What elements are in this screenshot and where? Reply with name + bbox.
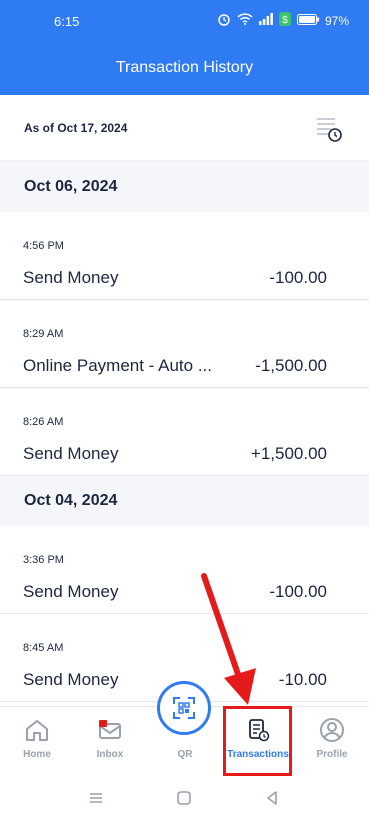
transaction-amount: -1,500.00 — [255, 356, 327, 375]
page-title: Transaction History — [115, 59, 254, 76]
profile-icon — [320, 718, 344, 742]
status-time: 6:15 — [54, 14, 80, 29]
transaction-time: 4:56 PM — [23, 240, 64, 252]
transaction-row[interactable]: 8:26 AM Send Money +1,500.00 — [0, 388, 369, 476]
home-square-icon[interactable] — [176, 790, 192, 806]
transaction-time: 8:29 AM — [23, 328, 64, 340]
date-header: Oct 04, 2024 — [0, 476, 369, 526]
transaction-name: Send Money — [23, 582, 119, 601]
app-badge-icon: $ — [278, 12, 291, 29]
signal-icon — [258, 13, 273, 28]
home-icon — [26, 720, 48, 741]
status-bar: 6:15 $ 97% — [0, 0, 369, 40]
back-icon[interactable] — [264, 790, 280, 806]
transaction-amount: +1,500.00 — [250, 444, 327, 463]
inbox-icon — [99, 720, 121, 739]
menu-icon[interactable] — [88, 790, 104, 806]
transaction-name: Send Money — [23, 670, 119, 689]
nav-home[interactable]: Home — [2, 707, 72, 777]
status-icons: $ 97% — [217, 12, 349, 29]
svg-text:$: $ — [282, 15, 288, 26]
nav-inbox-label: Inbox — [96, 749, 124, 760]
system-nav-bar — [0, 776, 369, 820]
transaction-row[interactable]: 8:29 AM Online Payment - Auto ... -1,500… — [0, 300, 369, 388]
history-filter-button[interactable] — [315, 115, 343, 143]
transaction-list[interactable]: Oct 06, 2024 4:56 PM Send Money -100.00 … — [0, 162, 369, 706]
app-header: Transaction History — [0, 40, 369, 95]
nav-inbox[interactable]: Inbox — [75, 707, 145, 777]
transactions-highlight-box — [223, 706, 292, 776]
transaction-name: Online Payment - Auto ... — [23, 356, 212, 375]
nav-profile-label: Profile — [316, 749, 348, 760]
transaction-name: Send Money — [23, 268, 119, 287]
alarm-icon — [217, 12, 231, 29]
nav-profile[interactable]: Profile — [297, 707, 367, 777]
transaction-name: Send Money — [23, 444, 119, 463]
as-of-bar: As of Oct 17, 2024 — [0, 95, 369, 160]
transaction-time: 3:36 PM — [23, 554, 64, 566]
wifi-icon — [237, 13, 253, 28]
transaction-amount: -100.00 — [269, 582, 327, 601]
date-header: Oct 06, 2024 — [0, 162, 369, 212]
annotation-arrow-icon — [201, 573, 256, 705]
transaction-row[interactable]: 4:56 PM Send Money -100.00 — [0, 212, 369, 300]
transaction-time: 8:26 AM — [23, 416, 64, 428]
battery-icon — [296, 13, 319, 28]
transaction-time: 8:45 AM — [23, 642, 64, 654]
battery-percent: 97% — [324, 13, 349, 28]
nav-qr-label: QR — [177, 749, 193, 760]
as-of-date: As of Oct 17, 2024 — [24, 121, 128, 135]
transaction-row[interactable]: 3:36 PM Send Money -100.00 — [0, 526, 369, 614]
history-filter-icon — [317, 118, 342, 142]
transaction-amount: -10.00 — [278, 670, 327, 689]
nav-home-label: Home — [23, 749, 51, 760]
transaction-amount: -100.00 — [269, 268, 327, 287]
